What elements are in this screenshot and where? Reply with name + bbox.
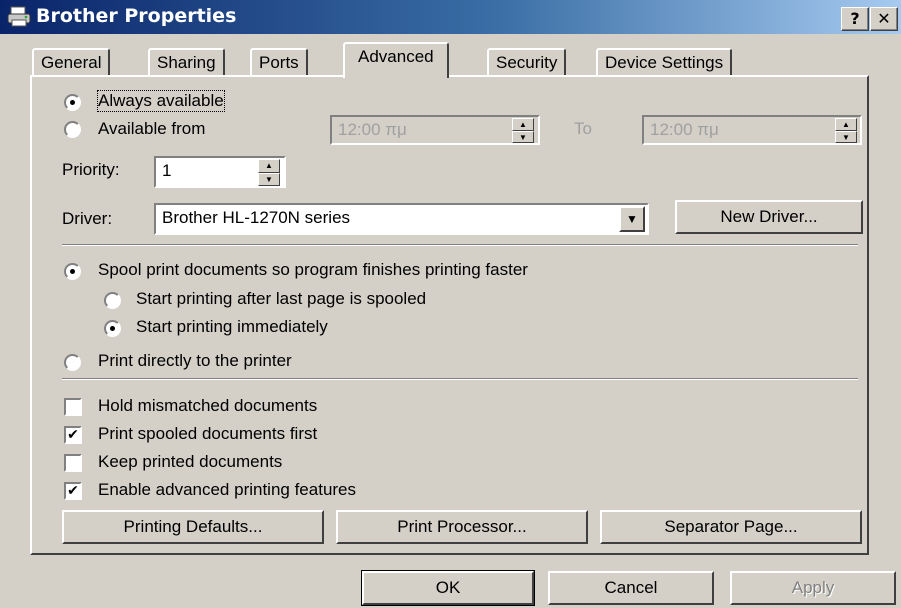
keep-printed-label[interactable]: Keep printed documents — [98, 452, 282, 472]
start-immediately-label[interactable]: Start printing immediately — [136, 317, 328, 337]
print-processor-button[interactable]: Print Processor... — [336, 510, 588, 544]
help-button[interactable]: ? — [841, 7, 869, 31]
print-directly-label[interactable]: Print directly to the printer — [98, 351, 292, 371]
spin-up-icon[interactable]: ▲ — [835, 118, 857, 131]
enable-advanced-label[interactable]: Enable advanced printing features — [98, 480, 356, 500]
keep-printed-checkbox[interactable] — [64, 454, 82, 472]
available-from-label[interactable]: Available from — [98, 119, 205, 139]
to-time-value: 12:00 πμ — [650, 120, 719, 139]
tab-security[interactable]: Security — [487, 48, 567, 76]
tab-device-settings[interactable]: Device Settings — [596, 48, 733, 76]
tab-ports[interactable]: Ports — [250, 48, 308, 76]
cancel-button[interactable]: Cancel — [548, 571, 714, 605]
separator-page-button[interactable]: Separator Page... — [600, 510, 862, 544]
from-time-spinner[interactable]: ▲ ▼ — [512, 118, 534, 143]
separator — [62, 378, 858, 380]
new-driver-button[interactable]: New Driver... — [675, 200, 863, 234]
always-available-label[interactable]: Always available — [97, 90, 225, 112]
spin-down-icon[interactable]: ▼ — [512, 130, 534, 143]
from-time-value: 12:00 πμ — [338, 120, 407, 139]
print-spooled-first-checkbox[interactable]: ✔ — [64, 426, 82, 444]
hold-mismatched-label[interactable]: Hold mismatched documents — [98, 396, 317, 416]
separator — [62, 244, 858, 246]
driver-select[interactable]: Brother HL-1270N series — [154, 203, 649, 235]
start-immediately-radio[interactable] — [104, 320, 121, 337]
priority-label: Priority: — [62, 160, 120, 179]
priority-spinner[interactable]: ▲ ▼ — [258, 159, 280, 186]
properties-dialog: Brother Properties ? ✕ General Sharing P… — [0, 0, 901, 608]
to-time-field[interactable]: 12:00 πμ — [642, 115, 862, 145]
tab-general[interactable]: General — [32, 48, 111, 76]
close-button[interactable]: ✕ — [870, 7, 898, 31]
spin-up-icon[interactable]: ▲ — [258, 159, 280, 173]
hold-mismatched-checkbox[interactable] — [64, 398, 82, 416]
available-from-radio[interactable] — [64, 121, 81, 138]
close-icon: ✕ — [877, 9, 891, 28]
tab-sharing[interactable]: Sharing — [148, 48, 225, 76]
print-directly-radio[interactable] — [64, 354, 81, 371]
spool-label[interactable]: Spool print documents so program finishe… — [98, 260, 528, 280]
print-spooled-first-label[interactable]: Print spooled documents first — [98, 424, 317, 444]
to-label: To — [574, 119, 592, 138]
printer-icon — [7, 6, 31, 27]
driver-value: Brother HL-1270N series — [162, 208, 351, 227]
enable-advanced-checkbox[interactable]: ✔ — [64, 482, 82, 500]
apply-label: Apply — [791, 578, 835, 597]
ok-button[interactable]: OK — [361, 570, 535, 606]
start-after-last-page-label[interactable]: Start printing after last page is spoole… — [136, 289, 426, 309]
window-title: Brother Properties — [36, 5, 237, 27]
priority-value: 1 — [162, 161, 172, 180]
apply-button[interactable]: Apply — [730, 571, 896, 605]
from-time-field[interactable]: 12:00 πμ — [330, 115, 540, 145]
driver-label: Driver: — [62, 209, 113, 228]
spin-up-icon[interactable]: ▲ — [512, 118, 534, 131]
printing-defaults-button[interactable]: Printing Defaults... — [62, 510, 324, 544]
spool-radio[interactable] — [64, 263, 81, 280]
tab-advanced[interactable]: Advanced — [343, 42, 449, 78]
start-after-last-page-radio[interactable] — [104, 292, 121, 309]
spin-down-icon[interactable]: ▼ — [258, 172, 280, 186]
spin-down-icon[interactable]: ▼ — [835, 130, 857, 143]
chevron-down-icon[interactable]: ▼ — [619, 206, 645, 232]
to-time-spinner[interactable]: ▲ ▼ — [835, 118, 857, 143]
always-available-radio[interactable] — [64, 94, 81, 111]
title-bar: Brother Properties ? ✕ — [0, 0, 901, 34]
